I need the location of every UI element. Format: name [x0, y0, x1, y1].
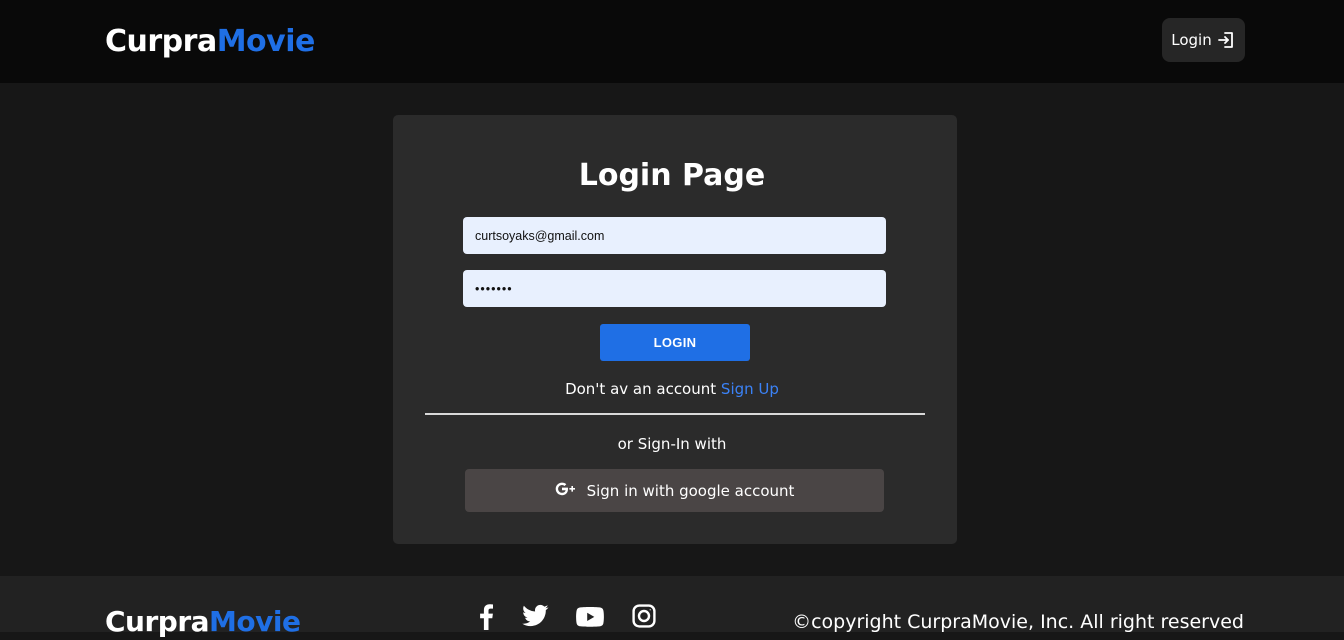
navbar: CurpraMovie Login — [0, 0, 1344, 83]
footer-brand-logo[interactable]: CurpraMovie — [105, 604, 301, 640]
social-links — [478, 604, 656, 632]
youtube-icon[interactable] — [576, 604, 605, 632]
password-field[interactable] — [463, 270, 886, 307]
header-login-button[interactable]: Login — [1162, 18, 1245, 62]
google-signin-button[interactable]: Sign in with google account — [465, 469, 884, 512]
alt-signin-text: or Sign-In with — [617, 435, 727, 453]
email-field[interactable] — [463, 217, 886, 254]
brand-logo-part1: Curpra — [105, 24, 217, 59]
brand-logo[interactable]: CurpraMovie — [105, 22, 315, 62]
brand-logo-part2: Movie — [216, 24, 316, 59]
footer-brand-part2: Movie — [209, 605, 301, 638]
header-login-label: Login — [1171, 31, 1212, 49]
divider — [425, 413, 925, 415]
google-plus-icon — [555, 482, 577, 500]
no-account-text: Don't av an account — [565, 380, 717, 398]
footer-brand-part1: Curpra — [105, 605, 210, 638]
login-arrow-icon — [1216, 30, 1236, 50]
signup-prompt: Don't av an account Sign Up — [0, 378, 1344, 400]
signup-link[interactable]: Sign Up — [721, 380, 779, 398]
facebook-icon[interactable] — [478, 604, 494, 634]
twitter-icon[interactable] — [521, 604, 549, 632]
instagram-icon[interactable] — [632, 604, 656, 632]
page-title: Login Page — [578, 158, 766, 193]
google-signin-label: Sign in with google account — [586, 481, 795, 500]
login-submit-button[interactable]: LOGIN — [600, 324, 750, 361]
